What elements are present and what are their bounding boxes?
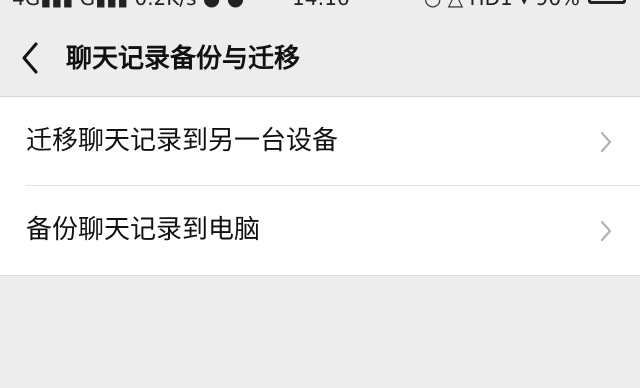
status-bar: 4G▮▮▮ G▮▮▮ 0.2K/s ● ●··· 14:16 ○ △ HD1 ▾…	[0, 0, 640, 8]
chevron-right-icon	[598, 130, 614, 154]
back-button[interactable]	[14, 38, 50, 78]
list-item-backup[interactable]: 备份聊天记录到电脑	[0, 186, 640, 275]
settings-list: 迁移聊天记录到另一台设备 备份聊天记录到电脑	[0, 97, 640, 275]
list-item-migrate[interactable]: 迁移聊天记录到另一台设备	[0, 97, 640, 186]
list-bottom-divider	[0, 275, 640, 276]
status-time: 14:16	[292, 0, 350, 8]
status-signal-text: 4G▮▮▮ G▮▮▮ 0.2K/s ● ●···	[12, 0, 263, 8]
battery-icon	[588, 0, 626, 4]
list-item-label: 迁移聊天记录到另一台设备	[26, 126, 339, 156]
status-right-text: ○ △ HD1 ▾ 96%	[424, 0, 580, 8]
nav-bar: 聊天记录备份与迁移	[0, 22, 640, 96]
list-item-label: 备份聊天记录到电脑	[26, 215, 261, 245]
page-title: 聊天记录备份与迁移	[66, 44, 301, 74]
chevron-left-icon	[14, 38, 50, 78]
chevron-right-icon	[598, 219, 614, 243]
